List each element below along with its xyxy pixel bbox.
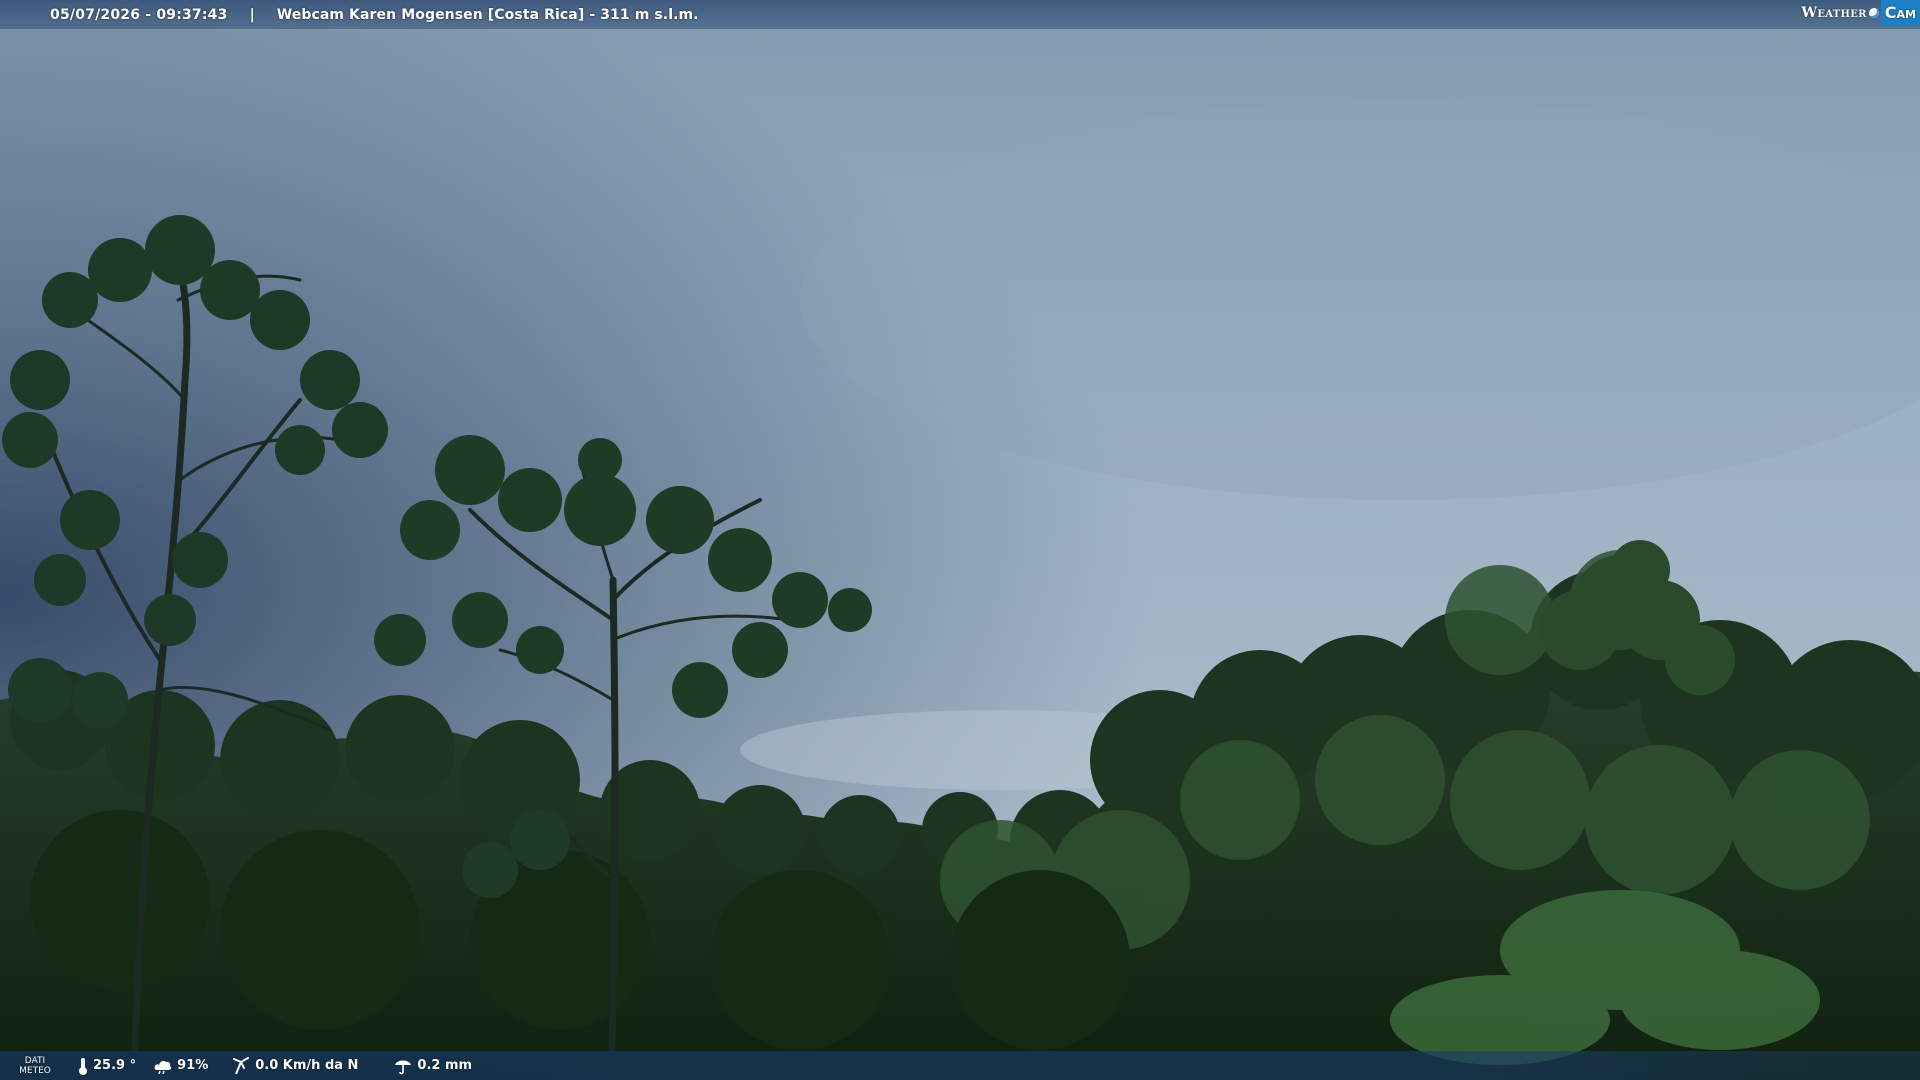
weather-data-label: DATI METEO [10, 1056, 60, 1076]
timestamp: 05/07/2026 - 09:37:43 [50, 6, 228, 23]
separator: | [249, 6, 255, 23]
humidity-value: 91% [177, 1058, 209, 1073]
wind-icon [233, 1056, 250, 1074]
rain-reading: 0.2 mm [394, 1057, 472, 1075]
webcam-image [0, 0, 1920, 1080]
humidity-reading: 91% [154, 1058, 208, 1074]
humidity-icon [154, 1060, 172, 1074]
rain-icon [395, 1060, 412, 1074]
camera-info-bar: 05/07/2026 - 09:37:43 | Webcam Karen Mog… [0, 0, 1920, 29]
webcam-viewer: 05/07/2026 - 09:37:43 | Webcam Karen Mog… [0, 0, 1920, 1080]
camera-title: Webcam Karen Mogensen [Costa Rica] - 311… [276, 6, 699, 23]
temperature-reading: 25.9 ° [78, 1057, 136, 1075]
weather-data-bar: DATI METEO 25.9 ° 91% 0.0 Km/h da N 0.2 … [0, 1051, 1920, 1080]
logo-dot-icon [1868, 8, 1879, 18]
dati-label-line1: DATI [24, 1055, 46, 1066]
rain-value: 0.2 mm [417, 1058, 473, 1073]
thermometer-icon [79, 1057, 87, 1075]
logo-cam-text: Cam [1880, 0, 1920, 26]
temperature-value: 25.9 ° [93, 1058, 137, 1073]
wind-value: 0.0 Km/h da N [255, 1058, 359, 1073]
dati-label-line2: METEO [19, 1065, 51, 1076]
weathercam-logo[interactable]: Weather Cam [1801, 0, 1920, 26]
wind-reading: 0.0 Km/h da N [232, 1056, 359, 1075]
logo-weather-text: Weather [1801, 5, 1867, 21]
